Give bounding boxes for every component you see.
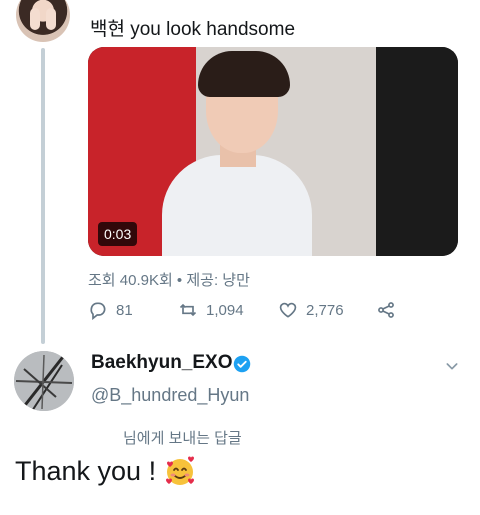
video-background-dark	[376, 47, 458, 256]
tweet-text: Thank you !	[15, 455, 157, 486]
verified-badge-icon	[233, 355, 251, 373]
heart-icon	[279, 302, 297, 318]
retweet-button[interactable]: 1,094	[178, 300, 244, 320]
video-player[interactable]: 0:03	[88, 47, 458, 256]
video-figure-shirt	[162, 155, 312, 256]
reply-context[interactable]: 님에게 보내는 답글	[123, 427, 242, 448]
view-stats: 조회 40.9K회 • 제공: 냥만	[88, 272, 250, 289]
reply-count: 81	[116, 301, 133, 319]
quoted-tweet-text: 백현 you look handsome	[90, 19, 296, 40]
user-handle[interactable]: @B_hundred_Hyun	[91, 385, 249, 406]
avatar[interactable]	[14, 351, 74, 411]
like-count: 2,776	[306, 301, 344, 319]
avatar-hand	[46, 8, 56, 30]
action-bar: 81 1,094 2,776	[88, 300, 418, 324]
share-icon	[378, 302, 394, 318]
avatar[interactable]	[16, 0, 70, 42]
avatar-hand	[30, 8, 40, 30]
reply-icon	[90, 302, 106, 320]
video-duration-badge: 0:03	[98, 222, 138, 246]
smiling-face-with-hearts-icon	[166, 456, 195, 485]
share-button[interactable]	[376, 300, 396, 320]
tweet-body: Thank you !	[15, 455, 196, 487]
video-figure-hair	[198, 51, 290, 97]
thread-line	[41, 48, 45, 344]
display-name[interactable]: Baekhyun_EXO	[91, 352, 233, 374]
reply-button[interactable]: 81	[88, 300, 133, 320]
avatar-sketch-icon	[14, 351, 74, 411]
retweet-icon	[179, 303, 197, 317]
chevron-down-icon[interactable]	[444, 358, 460, 374]
retweet-count: 1,094	[206, 301, 244, 319]
like-button[interactable]: 2,776	[278, 300, 344, 320]
